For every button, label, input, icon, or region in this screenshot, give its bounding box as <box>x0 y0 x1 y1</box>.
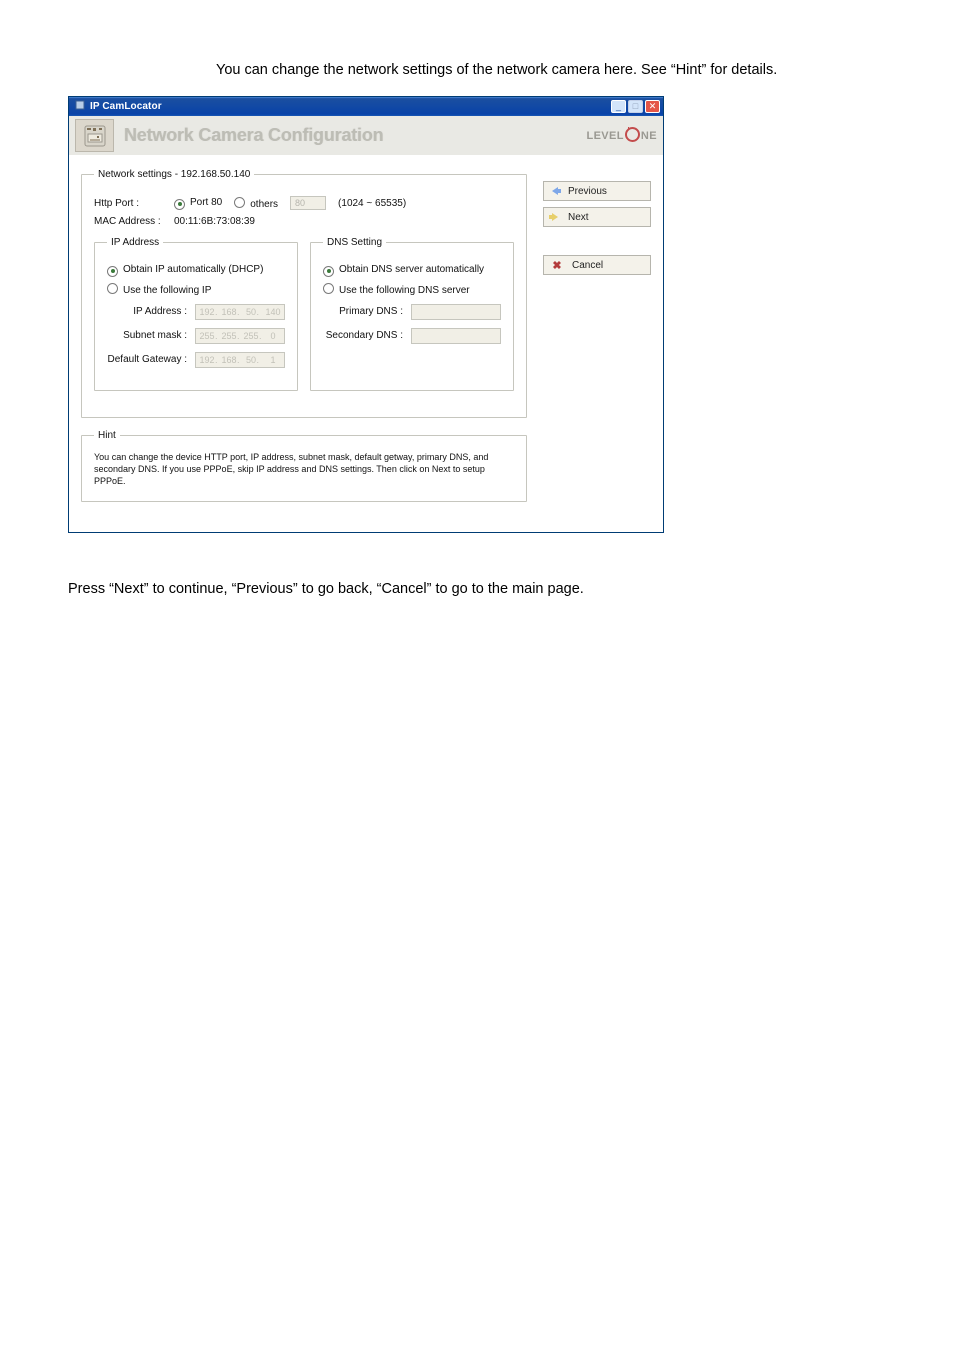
previous-button[interactable]: Previous <box>543 181 651 201</box>
maximize-button: □ <box>628 100 643 113</box>
secondary-dns-input <box>411 328 501 344</box>
app-icon <box>74 99 86 114</box>
network-settings-legend: Network settings - 192.168.50.140 <box>94 169 254 180</box>
header-banner: Network Camera Configuration LEVELNE <box>69 116 663 155</box>
gateway-label: Default Gateway : <box>107 354 187 365</box>
others-port-input <box>290 196 326 210</box>
dns-legend: DNS Setting <box>323 237 386 248</box>
previous-label: Previous <box>568 186 607 197</box>
subnet-label: Subnet mask : <box>107 330 187 341</box>
cancel-x-icon: ✖ <box>552 259 562 272</box>
http-port-label: Http Port : <box>94 198 162 209</box>
emoticon-logo-icon <box>75 119 114 152</box>
mac-label: MAC Address : <box>94 216 162 227</box>
gateway-input: 192168501 <box>195 352 285 368</box>
primary-dns-input <box>411 304 501 320</box>
arrow-right-icon <box>552 213 558 221</box>
intro-text: You can change the network settings of t… <box>68 62 886 78</box>
static-ip-radio[interactable]: Use the following IP <box>107 282 211 296</box>
dns-auto-radio[interactable]: Obtain DNS server automatically <box>323 264 484 276</box>
brand-logo: LEVELNE <box>586 128 657 143</box>
primary-dns-label: Primary DNS : <box>323 306 403 317</box>
ip-addr-label: IP Address : <box>107 306 187 317</box>
port-range: (1024 ~ 65535) <box>338 198 406 209</box>
others-radio[interactable]: others <box>234 196 278 210</box>
next-button[interactable]: Next <box>543 207 651 227</box>
hint-group: Hint You can change the device HTTP port… <box>81 430 527 502</box>
hint-legend: Hint <box>94 430 120 441</box>
hint-text: You can change the device HTTP port, IP … <box>94 451 514 487</box>
dns-manual-radio[interactable]: Use the following DNS server <box>323 282 470 296</box>
minimize-button[interactable]: _ <box>611 100 626 113</box>
close-button[interactable]: ✕ <box>645 100 660 113</box>
app-window: IP CamLocator _ □ ✕ Network Camera Confi… <box>68 96 664 533</box>
cancel-label: Cancel <box>572 260 603 271</box>
secondary-dns-label: Secondary DNS : <box>323 330 403 341</box>
ip-address-group: IP Address Obtain IP automatically (DHCP… <box>94 237 298 391</box>
ip-address-legend: IP Address <box>107 237 163 248</box>
arrow-left-icon <box>552 187 558 195</box>
dhcp-radio[interactable]: Obtain IP automatically (DHCP) <box>107 264 263 276</box>
subnet-mask-input: 2552552550 <box>195 328 285 344</box>
mac-value: 00:11:6B:73:08:39 <box>174 216 255 227</box>
cancel-button[interactable]: ✖ Cancel <box>543 255 651 275</box>
ip-address-input: 19216850140 <box>195 304 285 320</box>
next-label: Next <box>568 212 589 223</box>
network-settings-group: Network settings - 192.168.50.140 Http P… <box>81 169 527 418</box>
window-title: IP CamLocator <box>90 101 162 112</box>
dns-setting-group: DNS Setting Obtain DNS server automatica… <box>310 237 514 391</box>
titlebar: IP CamLocator _ □ ✕ <box>69 97 663 116</box>
banner-title: Network Camera Configuration <box>124 125 576 146</box>
outro-text: Press “Next” to continue, “Previous” to … <box>68 581 886 597</box>
port80-radio[interactable]: Port 80 <box>174 197 222 209</box>
